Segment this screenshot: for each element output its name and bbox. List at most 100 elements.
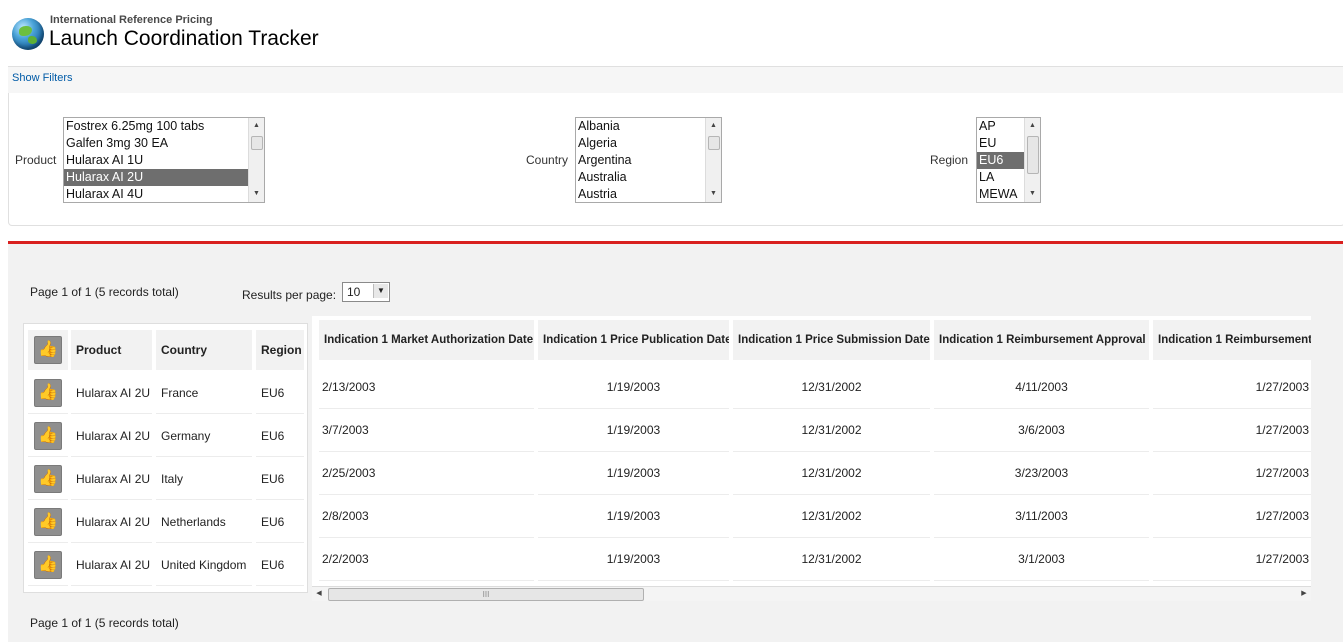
app-subtitle: International Reference Pricing: [50, 14, 213, 26]
region-cell: EU6: [256, 415, 304, 457]
page-title: Launch Coordination Tracker: [49, 27, 319, 50]
country-option[interactable]: Algeria: [576, 135, 721, 152]
table-row: 👍 Hularax AI 2U Netherlands EU6: [24, 501, 307, 544]
column-header-indication-3[interactable]: Indication 1 Price Submission Date: [733, 320, 930, 360]
thumbs-up-icon[interactable]: 👍: [34, 465, 62, 493]
show-filters-link[interactable]: Show Filters: [12, 72, 73, 84]
scroll-right-icon[interactable]: ▶: [1297, 587, 1311, 601]
scroll-down-icon[interactable]: ▼: [249, 187, 264, 201]
table-cell: 3/6/2003: [934, 409, 1149, 452]
column-header-indication-2[interactable]: Indication 1 Price Publication Date: [538, 320, 729, 360]
product-option[interactable]: Hularax AI 1U: [64, 152, 264, 169]
horizontal-scroll-thumb[interactable]: III: [328, 588, 644, 601]
table-cell: 12/31/2002: [733, 366, 930, 409]
scroll-up-icon[interactable]: ▲: [706, 119, 721, 133]
region-cell: EU6: [256, 372, 304, 414]
table-cell: 1/27/2003: [1153, 452, 1311, 495]
product-cell: Hularax AI 2U: [71, 501, 152, 543]
table-cell: 1/19/2003: [538, 366, 729, 409]
table-cell: 1/19/2003: [538, 538, 729, 581]
table-cell: 2/13/2003: [319, 366, 534, 409]
left-frozen-table: 👍 Product Country Region 👍 Hularax AI 2U F…: [23, 323, 308, 593]
product-option[interactable]: Fostrex 6.25mg 100 tabs: [64, 118, 264, 135]
like-column-header: 👍: [28, 330, 68, 370]
table-cell: 4/11/2003: [934, 366, 1149, 409]
country-option[interactable]: Albania: [576, 118, 721, 135]
column-header-region[interactable]: Region: [256, 330, 304, 370]
like-cell: 👍: [28, 415, 68, 457]
table-row: 👍 Hularax AI 2U United Kingdom EU6: [24, 544, 307, 587]
pagination-info-top: Page 1 of 1 (5 records total): [30, 285, 179, 299]
region-filter-label: Region: [930, 153, 969, 167]
scroll-down-icon[interactable]: ▼: [706, 187, 721, 201]
table-cell: 12/31/2002: [733, 538, 930, 581]
pagination-info-bottom: Page 1 of 1 (5 records total): [30, 616, 179, 630]
globe-icon: [12, 18, 44, 50]
table-row: 👍 Hularax AI 2U Italy EU6: [24, 458, 307, 501]
scroll-left-icon[interactable]: ◀: [312, 587, 326, 601]
scroll-thumb[interactable]: [708, 136, 720, 150]
results-per-page-select[interactable]: 10 ▼: [342, 282, 390, 302]
table-cell: 1/27/2003: [1153, 366, 1311, 409]
table-cell: 1/27/2003: [1153, 495, 1311, 538]
product-listbox[interactable]: Fostrex 6.25mg 100 tabs Galfen 3mg 30 EA H…: [63, 117, 265, 203]
scroll-thumb[interactable]: [251, 136, 263, 150]
scroll-thumb[interactable]: [1027, 136, 1039, 174]
results-per-page-label: Results per page:: [242, 288, 337, 302]
country-listbox-scrollbar[interactable]: ▲ ▼: [705, 118, 721, 202]
right-scroll-table: Indication 1 Market Authorization Date In…: [312, 316, 1311, 600]
product-option[interactable]: Hularax AI 2U: [64, 169, 264, 186]
product-cell: Hularax AI 2U: [71, 458, 152, 500]
filter-bar: Show Filters: [8, 66, 1343, 94]
thumbs-up-icon[interactable]: 👍: [34, 551, 62, 579]
country-option[interactable]: Argentina: [576, 152, 721, 169]
product-listbox-scrollbar[interactable]: ▲ ▼: [248, 118, 264, 202]
table-cell: 12/31/2002: [733, 409, 930, 452]
scroll-up-icon[interactable]: ▲: [1025, 119, 1040, 133]
filters-panel: Product Fostrex 6.25mg 100 tabs Galfen 3m…: [8, 93, 1343, 226]
table-cell: 1/19/2003: [538, 452, 729, 495]
table-cell: 3/11/2003: [934, 495, 1149, 538]
country-option[interactable]: Austria: [576, 186, 721, 202]
page-header: International Reference Pricing Launch C…: [0, 0, 1343, 66]
thumbs-up-icon[interactable]: 👍: [34, 422, 62, 450]
product-option[interactable]: Hularax AI 4U: [64, 186, 264, 202]
table-cell: 3/7/2003: [319, 409, 534, 452]
scroll-up-icon[interactable]: ▲: [249, 119, 264, 133]
thumbs-up-icon[interactable]: 👍: [34, 379, 62, 407]
table-cell: 3/23/2003: [934, 452, 1149, 495]
table-row: 👍 Hularax AI 2U France EU6: [24, 372, 307, 415]
thumbs-up-icon[interactable]: 👍: [34, 336, 62, 364]
chevron-down-icon[interactable]: ▼: [373, 284, 388, 298]
product-cell: Hularax AI 2U: [71, 544, 152, 586]
country-cell: Germany: [156, 415, 252, 457]
results-per-page-value: 10: [347, 285, 361, 299]
country-option[interactable]: Australia: [576, 169, 721, 186]
country-cell: France: [156, 372, 252, 414]
country-listbox[interactable]: Albania Algeria Argentina Australia Austria …: [575, 117, 722, 203]
like-cell: 👍: [28, 544, 68, 586]
table-cell: 1/19/2003: [538, 409, 729, 452]
table-cell: 2/25/2003: [319, 452, 534, 495]
region-listbox[interactable]: AP EU EU6 LA MEWA ▲ ▼: [976, 117, 1041, 203]
column-header-product[interactable]: Product: [71, 330, 152, 370]
product-cell: Hularax AI 2U: [71, 372, 152, 414]
region-listbox-scrollbar[interactable]: ▲ ▼: [1024, 118, 1040, 202]
region-cell: EU6: [256, 544, 304, 586]
column-header-indication-1[interactable]: Indication 1 Market Authorization Date: [319, 320, 534, 360]
table-row: 👍 Hularax AI 2U Germany EU6: [24, 415, 307, 458]
column-header-indication-4[interactable]: Indication 1 Reimbursement Approval: [934, 320, 1149, 360]
scroll-down-icon[interactable]: ▼: [1025, 187, 1040, 201]
product-filter-label: Product: [15, 153, 57, 167]
product-option[interactable]: Galfen 3mg 30 EA: [64, 135, 264, 152]
like-cell: 👍: [28, 458, 68, 500]
horizontal-scrollbar[interactable]: ◀ III ▶: [312, 586, 1311, 601]
country-filter-label: Country: [526, 153, 569, 167]
column-header-indication-5[interactable]: Indication 1 Reimbursement: [1153, 320, 1311, 360]
column-header-country[interactable]: Country: [156, 330, 252, 370]
thumbs-up-icon[interactable]: 👍: [34, 508, 62, 536]
region-cell: EU6: [256, 458, 304, 500]
like-cell: 👍: [28, 501, 68, 543]
table-cell: 1/27/2003: [1153, 538, 1311, 581]
table-cell: 2/2/2003: [319, 538, 534, 581]
